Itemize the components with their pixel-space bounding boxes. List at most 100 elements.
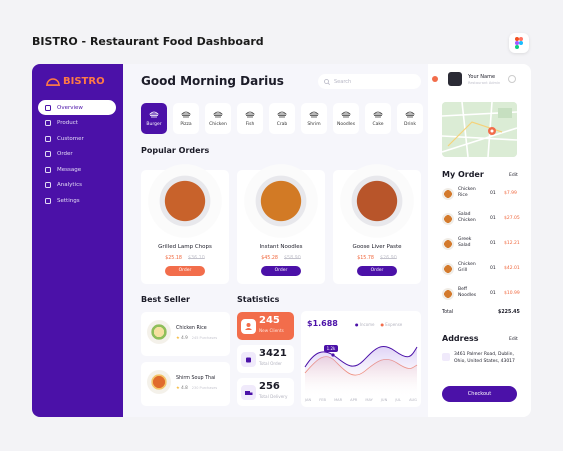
order-item-price: $27.05 <box>504 216 520 221</box>
category-label: Noodles <box>336 122 356 127</box>
shrimp-soup-image <box>147 370 171 394</box>
my-order-title: My Order <box>442 170 484 179</box>
brand-name: BISTRO <box>63 76 105 87</box>
category-fish[interactable]: Fish <box>237 103 263 134</box>
sidebar-item-overview[interactable]: Overview <box>38 100 116 115</box>
notification-dot[interactable] <box>432 76 438 82</box>
order-item-qty: 01 <box>490 241 496 246</box>
order-item-image <box>442 288 454 300</box>
order-item-name: Chicken Grill <box>458 262 476 273</box>
bag-icon <box>241 352 256 367</box>
popular-order-card[interactable]: Instant Noodles $45.28 $58.90 Order <box>237 164 325 284</box>
stat-label: New Clients <box>259 328 284 333</box>
order-item-image <box>442 188 454 200</box>
figma-icon <box>509 33 529 53</box>
stat-new-clients[interactable]: 245 New Clients <box>237 312 294 340</box>
order-item-name: Chicken Rice <box>458 187 476 198</box>
best-seller-card[interactable]: Chicken Rice ★ 4.9 245 Purchases <box>141 312 230 356</box>
order-item[interactable]: Chicken Grill 01 $42.01 <box>442 261 520 277</box>
order-item-qty: 01 <box>490 266 496 271</box>
order-button[interactable]: Order <box>261 266 301 276</box>
order-item[interactable]: Beff Noodles 01 $10.99 <box>442 286 520 302</box>
sidebar-item-product[interactable]: Product <box>38 116 116 131</box>
order-button[interactable]: Order <box>165 266 205 276</box>
sidebar-item-label: Analytics <box>57 182 82 188</box>
my-order-edit-link[interactable]: Edit <box>509 173 518 178</box>
sidebar-item-customer[interactable]: Customer <box>38 131 116 146</box>
settings-icon <box>45 197 51 204</box>
chicken-icon <box>213 111 223 118</box>
order-item[interactable]: Salad Chicken 01 $27.05 <box>442 211 520 227</box>
search-placeholder: Search <box>334 78 352 85</box>
popular-order-card[interactable]: Grilled Lamp Chops $25.18 $36.10 Order <box>141 164 229 284</box>
statistics-chart[interactable]: $1.688 ● Income ● Expense 1.2k JAN FEB MAR… <box>301 311 421 407</box>
sidebar: BISTRO Overview Product Customer Order Messa… <box>32 64 123 417</box>
dish-name: Instant Noodles <box>259 244 303 250</box>
category-label: Chicken <box>209 122 227 127</box>
order-button[interactable]: Order <box>357 266 397 276</box>
sidebar-item-label: Product <box>57 120 78 126</box>
pizza-icon <box>181 111 191 118</box>
stat-label: Total Order <box>259 361 283 366</box>
dish-name: Grilled Lamp Chops <box>158 244 212 250</box>
brand-logo[interactable]: BISTRO <box>46 76 105 87</box>
checkout-button[interactable]: Checkout <box>442 386 517 402</box>
best-seller-rating: ★ 4.9 245 Purchases <box>176 335 218 340</box>
customer-icon <box>45 135 51 142</box>
fish-icon <box>245 111 255 118</box>
category-burger[interactable]: Burger <box>141 103 167 134</box>
best-seller-title: Best Seller <box>141 295 190 304</box>
overview-icon <box>45 104 51 111</box>
sidebar-nav: Overview Product Customer Order Message Analy… <box>38 100 116 209</box>
cake-icon <box>373 111 383 118</box>
x-tick-label: AUG <box>409 398 417 402</box>
sidebar-item-settings[interactable]: Settings <box>38 193 116 208</box>
best-seller-card[interactable]: Shirm Soup Thai ★ 4.8 230 Purchases <box>141 362 230 406</box>
product-icon <box>45 120 51 126</box>
search-input[interactable]: Search <box>318 74 421 89</box>
crab-icon <box>277 111 287 118</box>
address-edit-link[interactable]: Edit <box>509 337 518 342</box>
stat-total-order[interactable]: 3421 Total Order <box>237 345 294 373</box>
order-item[interactable]: Chicken Rice 01 $7.99 <box>442 186 518 202</box>
category-noodles[interactable]: Noodles <box>333 103 359 134</box>
category-chicken[interactable]: Chicken <box>205 103 231 134</box>
location-map[interactable] <box>442 102 517 157</box>
category-shrim[interactable]: Shrim <box>301 103 327 134</box>
settings-icon[interactable] <box>508 75 516 83</box>
sidebar-item-order[interactable]: Order <box>38 147 116 162</box>
clients-icon <box>241 319 256 334</box>
stat-total-delivery[interactable]: 256 Total Delivery <box>237 378 294 406</box>
category-cake[interactable]: Cake <box>365 103 391 134</box>
sidebar-item-label: Overview <box>57 104 83 111</box>
category-label: Cake <box>372 122 384 127</box>
sidebar-item-label: Customer <box>57 135 84 142</box>
chart-tooltip: 1.2k <box>326 346 336 351</box>
dish-image <box>148 164 222 238</box>
best-seller-name: Chicken Rice <box>176 326 207 331</box>
order-item[interactable]: Greek Salad 01 $12.21 <box>442 236 520 252</box>
order-item-image <box>442 213 454 225</box>
x-tick-label: JAN <box>305 398 312 402</box>
total-label: Total <box>442 310 454 315</box>
popular-order-card[interactable]: Goose Liver Paste $15.78 $26.90 Order <box>333 164 421 284</box>
sidebar-item-analytics[interactable]: Analytics <box>38 178 116 193</box>
order-item-name: Salad Chicken <box>458 212 476 223</box>
page-title: BISTRO - Restaurant Food Dashboard <box>32 35 264 48</box>
category-pizza[interactable]: Pizza <box>173 103 199 134</box>
category-drink[interactable]: Drink <box>397 103 423 134</box>
sidebar-item-label: Order <box>57 151 73 157</box>
category-crab[interactable]: Crab <box>269 103 295 134</box>
avatar[interactable] <box>448 72 462 86</box>
stat-value: 256 <box>259 381 280 392</box>
x-tick-label: JUL <box>395 398 402 402</box>
category-label: Burger <box>146 122 162 127</box>
order-item-name: Beff Noodles <box>458 287 477 298</box>
order-item-image <box>442 263 454 275</box>
sidebar-item-message[interactable]: Message <box>38 162 116 177</box>
right-panel: Your Name Restaurant Admin My Order Edit… <box>428 64 531 417</box>
message-icon <box>45 166 51 173</box>
greeting: Good Morning Darius <box>141 74 284 88</box>
best-seller-name: Shirm Soup Thai <box>176 376 216 381</box>
order-item-price: $10.99 <box>504 291 520 296</box>
